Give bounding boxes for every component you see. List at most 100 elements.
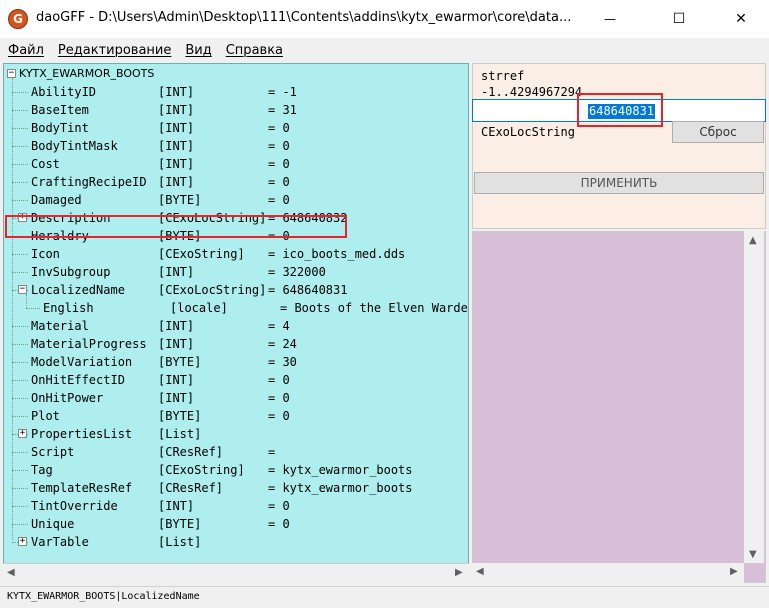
tree-row[interactable]: + PropertiesList [List] (4, 425, 468, 443)
tree-connector (12, 470, 28, 471)
details-vertical-scrollbar[interactable]: ▲ ▼ (744, 231, 764, 563)
tree-row-value: = (268, 445, 276, 459)
tree-connector (12, 164, 28, 165)
tree-row[interactable]: Unique [BYTE] = 0 (4, 515, 468, 533)
tree-row[interactable]: ModelVariation [BYTE] = 30 (4, 353, 468, 371)
reset-button[interactable]: Сброс (672, 121, 764, 143)
tree-row[interactable]: Script [CResRef] = (4, 443, 468, 461)
tree-row-name: OnHitPower (31, 391, 104, 405)
tree-row-type: [CResRef] (158, 445, 224, 459)
tree-row[interactable]: MaterialProgress [INT] = 24 (4, 335, 468, 353)
tree-row-name: PropertiesList (31, 427, 133, 441)
tree-row[interactable]: − LocalizedName [CExoLocString] = 648640831 (4, 281, 468, 299)
tree-row-name: Damaged (31, 193, 82, 207)
tree-row-type: [INT] (158, 103, 195, 117)
expand-icon[interactable]: + (18, 213, 27, 222)
tree-row[interactable]: BodyTint [INT] = 0 (4, 119, 468, 137)
range-label: -1..4294967294 (481, 85, 583, 96)
expand-icon[interactable]: + (18, 537, 27, 546)
menu-file[interactable]: Файл (2, 43, 50, 58)
tree-row-type: [INT] (158, 319, 195, 333)
value-input-selection[interactable]: 648640831 (588, 104, 656, 119)
tree-connector (26, 308, 40, 309)
tree-row[interactable]: BaseItem [INT] = 31 (4, 101, 468, 119)
scroll-up-icon[interactable]: ▲ (749, 235, 757, 246)
tree-row-type: [INT] (158, 175, 195, 189)
scroll-down-icon[interactable]: ▼ (749, 549, 757, 560)
tree-row-type: [CExoString] (158, 247, 245, 261)
tree-row-name: LocalizedName (31, 283, 125, 297)
tree-row[interactable]: Cost [INT] = 0 (4, 155, 468, 173)
tree-connector (12, 92, 28, 93)
tree-row-value: = 0 (268, 391, 290, 405)
tree-row[interactable]: Icon [CExoString] = ico_boots_med.dds (4, 245, 468, 263)
tree-row[interactable]: Damaged [BYTE] = 0 (4, 191, 468, 209)
tree-row[interactable]: AbilityID [INT] = -1 (4, 83, 468, 101)
collapse-icon[interactable]: − (7, 69, 16, 78)
gff-tree[interactable]: − KYTX_EWARMOR_BOOTS AbilityID [INT] = -1 B… (3, 63, 469, 583)
tree-row-name: BaseItem (31, 103, 89, 117)
menu-edit[interactable]: Редактирование (52, 43, 177, 58)
app-icon[interactable]: G (8, 9, 28, 29)
tree-row-value: = 0 (268, 121, 290, 135)
field-editor-panel: strref -1..4294967294 CExoLocString (472, 63, 766, 229)
scroll-right-icon[interactable]: ▶ (455, 567, 463, 578)
tree-connector (12, 128, 28, 129)
apply-button[interactable]: ПРИМЕНИТЬ (474, 172, 764, 194)
tree-connector (12, 110, 28, 111)
menu-help[interactable]: Справка (220, 43, 289, 58)
expand-icon[interactable]: + (18, 429, 27, 438)
tree-row[interactable]: InvSubgroup [INT] = 322000 (4, 263, 468, 281)
tree-connector (12, 200, 28, 201)
tree-horizontal-scrollbar[interactable]: ◀ ▶ (3, 563, 469, 583)
scroll-right-icon[interactable]: ▶ (730, 566, 738, 577)
scroll-left-icon[interactable]: ◀ (7, 567, 15, 578)
tree-row-value: = 0 (268, 229, 290, 243)
tree-row[interactable]: BodyTintMask [INT] = 0 (4, 137, 468, 155)
tree-row-type: [List] (158, 427, 202, 441)
tree-row-type: [BYTE] (158, 517, 202, 531)
tree-row[interactable]: TintOverride [INT] = 0 (4, 497, 468, 515)
close-button[interactable]: ✕ (718, 0, 764, 38)
tree-row-value: = -1 (268, 85, 297, 99)
tree-root[interactable]: − KYTX_EWARMOR_BOOTS (4, 65, 464, 83)
tree-connector (12, 416, 28, 417)
tree-connector (12, 452, 28, 453)
tree-row[interactable]: Material [INT] = 4 (4, 317, 468, 335)
tree-row[interactable]: TemplateResRef [CResRef] = kytx_ewarmor_bo… (4, 479, 468, 497)
tree-row[interactable]: CraftingRecipeID [INT] = 0 (4, 173, 468, 191)
scroll-left-icon[interactable]: ◀ (476, 566, 484, 577)
details-horizontal-scrollbar[interactable]: ◀ ▶ (472, 563, 744, 583)
field-label: strref (481, 69, 525, 83)
tree-row-name: Description (31, 211, 111, 225)
minimize-button[interactable]: — (587, 0, 633, 38)
tree-row[interactable]: OnHitPower [INT] = 0 (4, 389, 468, 407)
tree-row[interactable]: Plot [BYTE] = 0 (4, 407, 468, 425)
tree-row-type: [BYTE] (158, 193, 202, 207)
tree-row-name: Plot (31, 409, 60, 423)
title-bar: G daoGFF - D:\Users\Admin\Desktop\111\Co… (0, 0, 769, 38)
tree-row-name: Unique (31, 517, 75, 531)
collapse-icon[interactable]: − (18, 285, 27, 294)
tree-connector (12, 344, 28, 345)
tree-row[interactable]: Heraldry [BYTE] = 0 (4, 227, 468, 245)
tree-row-name: VarTable (31, 535, 89, 549)
tree-row-name: OnHitEffectID (31, 373, 125, 387)
tree-row-name: TintOverride (31, 499, 118, 513)
tree-row[interactable]: + Description [CExoLocString] = 648640832 (4, 209, 468, 227)
close-icon: ✕ (735, 11, 747, 27)
tree-child-row[interactable]: English [locale] = Boots of the Elven Ward… (4, 299, 468, 317)
tree-row[interactable]: OnHitEffectID [INT] = 0 (4, 371, 468, 389)
minimize-icon: — (604, 12, 616, 26)
menu-view[interactable]: Вид (179, 43, 217, 58)
tree-row-name: AbilityID (31, 85, 97, 99)
tree-row[interactable]: Tag [CExoString] = kytx_ewarmor_boots (4, 461, 468, 479)
tree-row-type: [BYTE] (158, 229, 202, 243)
tree-connector (12, 398, 28, 399)
tree-row-name: Cost (31, 157, 60, 171)
tree-row-value: = 648640832 (268, 211, 348, 225)
tree-row[interactable]: + VarTable [List] (4, 533, 468, 551)
tree-connector (12, 362, 28, 363)
maximize-button[interactable]: ☐ (656, 0, 702, 38)
tree-row-type: [INT] (158, 337, 195, 351)
